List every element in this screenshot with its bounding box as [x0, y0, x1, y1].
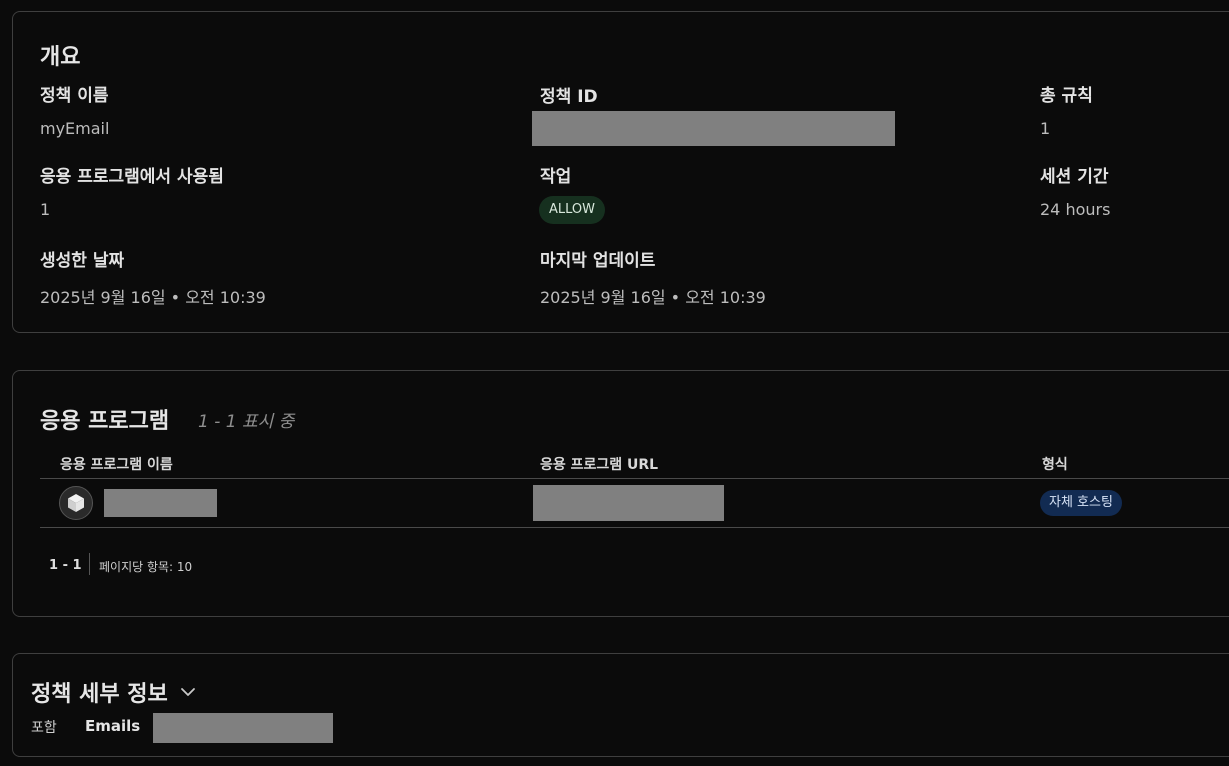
policy-details-title: 정책 세부 정보	[31, 682, 168, 707]
overview-title: 개요	[40, 45, 81, 70]
applications-card: 응용 프로그램 1 - 1 표시 중 응용 프로그램 이름 응용 프로그램 UR…	[12, 370, 1229, 617]
total-rules-value: 1	[1040, 119, 1051, 138]
app-url-redacted[interactable]	[533, 485, 724, 521]
pager-range: 1 - 1	[49, 558, 82, 573]
session-duration-label: 세션 기간	[1040, 167, 1109, 187]
include-emails-redacted	[153, 713, 333, 743]
table-row[interactable]: 자체 호스팅	[40, 479, 1229, 527]
created-label: 생성한 날짜	[40, 251, 125, 271]
policy-details-card: 정책 세부 정보 포함 Emails	[12, 653, 1229, 757]
policy-id-label: 정책 ID	[540, 87, 598, 107]
overview-card: 개요 정책 이름 myEmail 응용 프로그램에서 사용됨 1 생성한 날짜 …	[12, 11, 1229, 333]
policy-id-redacted	[532, 111, 895, 146]
session-duration-value: 24 hours	[1040, 200, 1111, 219]
include-type: Emails	[85, 717, 141, 735]
row-divider	[40, 527, 1229, 528]
column-header-type[interactable]: 형식	[1042, 454, 1068, 474]
policy-details-toggle[interactable]: 정책 세부 정보	[31, 676, 196, 708]
app-avatar	[59, 486, 93, 520]
total-rules-label: 총 규칙	[1040, 86, 1093, 106]
cube-icon	[68, 494, 84, 512]
updated-label: 마지막 업데이트	[540, 251, 656, 271]
items-per-page-select[interactable]: 페이지당 항목: 10	[99, 558, 192, 575]
updated-value: 2025년 9월 16일 • 오전 10:39	[540, 288, 766, 307]
policy-name-label: 정책 이름	[40, 86, 109, 106]
app-type-badge: 자체 호스팅	[1040, 490, 1122, 516]
column-header-app-name[interactable]: 응용 프로그램 이름	[60, 454, 173, 474]
policy-name-value: myEmail	[40, 119, 110, 138]
action-label: 작업	[540, 167, 572, 187]
used-in-apps-label: 응용 프로그램에서 사용됨	[40, 167, 224, 187]
applications-count: 1 - 1 표시 중	[198, 412, 295, 432]
app-name-redacted[interactable]	[104, 489, 217, 517]
include-label: 포함	[31, 720, 57, 736]
created-value: 2025년 9월 16일 • 오전 10:39	[40, 288, 266, 307]
action-allow-badge: ALLOW	[539, 196, 606, 224]
column-header-app-url[interactable]: 응용 프로그램 URL	[540, 454, 658, 474]
chevron-down-icon[interactable]	[180, 687, 196, 697]
applications-title: 응용 프로그램	[40, 409, 170, 434]
used-in-apps-value: 1	[40, 200, 51, 219]
pager-separator	[89, 553, 90, 575]
